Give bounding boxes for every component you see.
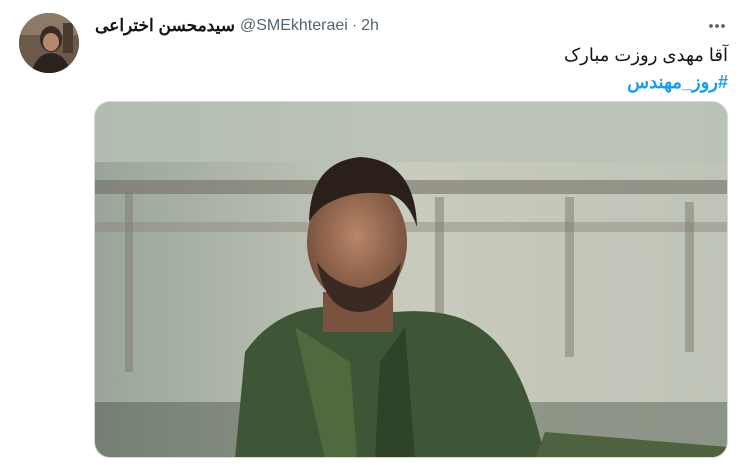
tweet-header: سیدمحسن اختراعی @SMEkhteraei · 2h xyxy=(95,14,379,38)
header-separator: · xyxy=(351,17,358,34)
tweet-timestamp[interactable]: 2h xyxy=(361,17,379,35)
photo-man-in-olive-shirt-icon xyxy=(95,102,727,457)
author-handle[interactable]: @SMEkhteraei xyxy=(240,17,348,35)
tweet-photo[interactable] xyxy=(94,101,728,458)
tweet-card[interactable]: سیدمحسن اختراعی @SMEkhteraei · 2h آقا مه… xyxy=(0,0,748,468)
author-display-name[interactable]: سیدمحسن اختراعی xyxy=(95,16,235,36)
hashtag-link[interactable]: #روز_مهندس xyxy=(128,69,728,96)
avatar-photo-icon xyxy=(19,13,79,73)
author-avatar[interactable] xyxy=(19,13,79,73)
tweet-text-line: آقا مهدی روزت مبارک xyxy=(564,45,728,65)
more-horizontal-icon xyxy=(709,24,725,28)
tweet-text: آقا مهدی روزت مبارک #روز_مهندس xyxy=(128,42,728,96)
more-options-button[interactable] xyxy=(704,13,730,39)
